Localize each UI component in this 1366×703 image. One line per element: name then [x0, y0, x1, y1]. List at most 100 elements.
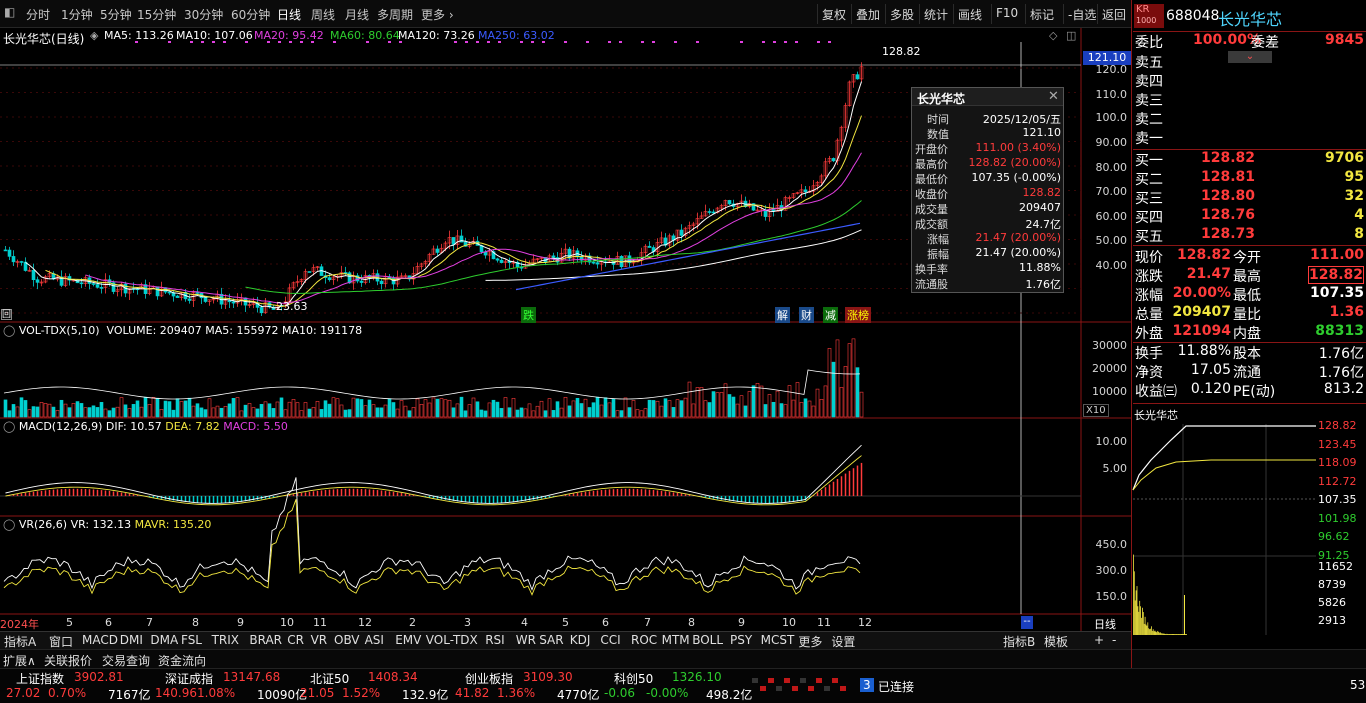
breadth-bar [808, 686, 814, 691]
event-marker-2[interactable]: 财 [799, 307, 814, 323]
sub-tab-2[interactable]: 交易查询 [102, 652, 150, 669]
breadth-bar [800, 678, 806, 683]
indicator-tab-11[interactable]: ASI [365, 633, 384, 647]
period-tab-0[interactable]: 分时 [26, 6, 50, 23]
index-name[interactable]: 创业板指 [465, 670, 513, 687]
ask-row: 卖二 [1135, 112, 1163, 128]
action-button-7[interactable]: -自选 [1063, 4, 1100, 24]
indicator-tab-19[interactable]: ROC [631, 633, 657, 647]
y-tick: 70.00 [1095, 185, 1128, 198]
window-toggle-icon[interactable]: ◫ [1066, 29, 1076, 42]
x-tick: 12 [358, 616, 372, 629]
y-tick: 110.0 [1095, 88, 1128, 101]
indicator-tab-12[interactable]: EMV [395, 633, 421, 647]
indicator-tab-1[interactable]: 窗口 [49, 633, 73, 650]
sub-tab-0[interactable]: 扩展∧ [3, 652, 36, 669]
volume-header: ◯ VOL-TDX(5,10) VOLUME: 209407 MA5: 1559… [3, 324, 363, 337]
indicator-tab-21[interactable]: BOLL [692, 633, 723, 647]
indicator-tab-18[interactable]: CCI [600, 633, 620, 647]
indicator-tab-bar-right: 指标B 模板 + - [1000, 632, 1131, 650]
y-tick: 450.0 [1095, 538, 1128, 551]
action-button-5[interactable]: F10 [991, 4, 1022, 24]
index-name[interactable]: 深证成指 [165, 670, 213, 687]
scroll-marker[interactable]: -- [1021, 616, 1033, 629]
indicator-right-3[interactable]: - [1112, 633, 1116, 647]
index-name[interactable]: 北证50 [310, 670, 349, 687]
ma-toggle-icon[interactable]: ◈ [90, 29, 98, 42]
period-tab-7[interactable]: 周线 [311, 6, 335, 23]
action-button-3[interactable]: 统计 [919, 4, 952, 24]
indicator-right-0[interactable]: 指标B [1003, 633, 1035, 650]
indicator-tab-0[interactable]: 指标A [4, 633, 36, 650]
indicator-tab-15[interactable]: WR [516, 633, 536, 647]
indicator-tab-17[interactable]: KDJ [570, 633, 591, 647]
indicator-tab-6[interactable]: TRIX [212, 633, 239, 647]
period-tab-1[interactable]: 1分钟 [61, 6, 93, 23]
indicator-tab-25[interactable]: 设置 [831, 633, 855, 650]
action-button-8[interactable]: 返回 [1097, 4, 1130, 24]
indicator-tab-9[interactable]: VR [311, 633, 328, 647]
tooltip-row: 成交量 209407 [915, 201, 1061, 216]
tooltip-row: 开盘价 111.00 (3.40%) [915, 141, 1061, 156]
sub-tab-3[interactable]: 资金流向 [158, 652, 206, 669]
connection-count: 3 [860, 678, 874, 692]
y-tick: 50.00 [1095, 234, 1128, 247]
quote-stat-row: 总量 209407 量比 1.36 [1135, 304, 1364, 323]
x-tick: 9 [738, 616, 745, 629]
period-tab-6[interactable]: 日线 [277, 6, 301, 23]
x-tick: 3 [464, 616, 471, 629]
quote-fund-row: 收益㈢ 0.120 PE(动) 813.2 [1135, 381, 1364, 400]
indicator-tab-8[interactable]: CR [287, 633, 304, 647]
index-name[interactable]: 科创50 [614, 670, 653, 687]
indicator-tab-7[interactable]: BRAR [249, 633, 282, 647]
indicator-tab-13[interactable]: VOL-TDX [426, 633, 478, 647]
indicator-tab-5[interactable]: FSL [181, 633, 202, 647]
x-tick: 11 [313, 616, 327, 629]
period-tab-10[interactable]: 更多 › [421, 6, 454, 23]
x-tick: 6 [602, 616, 609, 629]
period-tab-4[interactable]: 30分钟 [184, 6, 223, 23]
action-button-1[interactable]: 叠加 [851, 4, 884, 24]
period-tab-5[interactable]: 60分钟 [231, 6, 270, 23]
period-tab-2[interactable]: 5分钟 [100, 6, 132, 23]
index-amount: 4770亿 [557, 688, 600, 702]
tooltip-row: 涨幅 21.47 (20.00%) [927, 231, 1061, 246]
indicator-tab-3[interactable]: DMI [120, 633, 143, 647]
period-tab-3[interactable]: 15分钟 [137, 6, 176, 23]
close-icon[interactable]: ✕ [1048, 89, 1059, 104]
reset-button[interactable]: 回 [1, 309, 12, 320]
period-tab-9[interactable]: 多周期 [377, 6, 413, 23]
indicator-tab-4[interactable]: DMA [150, 633, 178, 647]
period-tab-8[interactable]: 月线 [345, 6, 369, 23]
indicator-tab-20[interactable]: MTM [662, 633, 690, 647]
menu-icon[interactable]: ◧ [4, 5, 15, 19]
indicator-tab-24[interactable]: 更多 [798, 633, 822, 650]
indicator-tab-10[interactable]: OBV [334, 633, 360, 647]
indicator-tab-2[interactable]: MACD [82, 633, 118, 647]
indicator-right-1[interactable]: 模板 [1044, 633, 1068, 650]
action-button-0[interactable]: 复权 [817, 4, 850, 24]
event-marker-4[interactable]: 涨榜 [845, 307, 871, 323]
sub-tab-1[interactable]: 关联报价 [44, 652, 92, 669]
event-marker-0[interactable]: 跌 [521, 307, 536, 323]
diamond-icon[interactable]: ◇ [1049, 29, 1057, 42]
event-marker-1[interactable]: 解 [775, 307, 790, 323]
indicator-tab-16[interactable]: SAR [539, 633, 563, 647]
indicator-tab-14[interactable]: RSI [485, 633, 505, 647]
index-pct: -0.00% [646, 686, 689, 700]
indicator-right-2[interactable]: + [1094, 633, 1104, 647]
indicator-tab-22[interactable]: PSY [730, 633, 752, 647]
bid-row: 买一 128.82 9706 [1135, 150, 1364, 169]
x-tick: 2024年 [0, 618, 39, 631]
action-button-6[interactable]: 标记 [1025, 4, 1058, 24]
event-marker-3[interactable]: 减 [823, 307, 838, 323]
action-button-4[interactable]: 画线 [953, 4, 986, 24]
connection-status[interactable]: 已连接 [878, 678, 914, 695]
index-name[interactable]: 上证指数 [16, 670, 64, 687]
indicator-tab-23[interactable]: MCST [761, 633, 795, 647]
index-value: 1326.10 [672, 670, 722, 684]
ask-row: 卖五 [1135, 55, 1163, 71]
action-button-2[interactable]: 多股 [885, 4, 918, 24]
quote-stat-row: 外盘 121094 内盘 88313 [1135, 323, 1364, 342]
x-tick: 5 [66, 616, 73, 629]
